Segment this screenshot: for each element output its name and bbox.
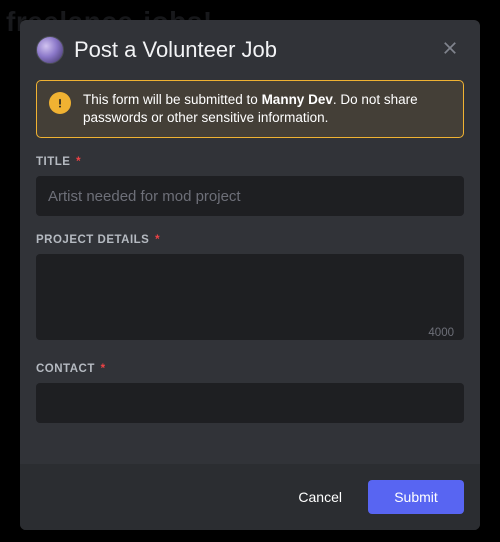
modal-footer: Cancel Submit [20, 464, 480, 530]
contact-label-text: CONTACT [36, 363, 95, 375]
title-label: TITLE * [36, 156, 464, 168]
close-icon [441, 39, 459, 62]
cancel-button[interactable]: Cancel [278, 480, 362, 514]
warning-prefix: This form will be submitted to [83, 92, 262, 107]
contact-input[interactable] [36, 383, 464, 423]
modal-header: Post a Volunteer Job [20, 20, 480, 72]
modal-title: Post a Volunteer Job [74, 37, 436, 63]
required-marker: * [153, 234, 160, 246]
app-avatar [36, 36, 64, 64]
contact-label: CONTACT * [36, 363, 464, 375]
submit-button[interactable]: Submit [368, 480, 464, 514]
details-label-text: PROJECT DETAILS [36, 234, 149, 246]
title-label-text: TITLE [36, 156, 70, 168]
details-label: PROJECT DETAILS * [36, 234, 464, 246]
warning-banner: This form will be submitted to Manny Dev… [36, 80, 464, 138]
title-input[interactable] [36, 176, 464, 216]
required-marker: * [99, 363, 106, 375]
details-textarea[interactable] [36, 254, 464, 340]
warning-text: This form will be submitted to Manny Dev… [83, 91, 451, 127]
field-title: TITLE * [36, 156, 464, 216]
field-project-details: PROJECT DETAILS * 4000 [36, 234, 464, 345]
warning-icon [49, 92, 71, 114]
required-marker: * [74, 156, 81, 168]
post-volunteer-job-modal: Post a Volunteer Job This for [20, 20, 480, 530]
field-contact: CONTACT * [36, 363, 464, 423]
warning-recipient: Manny Dev [262, 92, 333, 107]
modal-body: This form will be submitted to Manny Dev… [20, 72, 480, 464]
close-button[interactable] [436, 36, 464, 64]
details-textarea-wrap: 4000 [36, 254, 464, 345]
